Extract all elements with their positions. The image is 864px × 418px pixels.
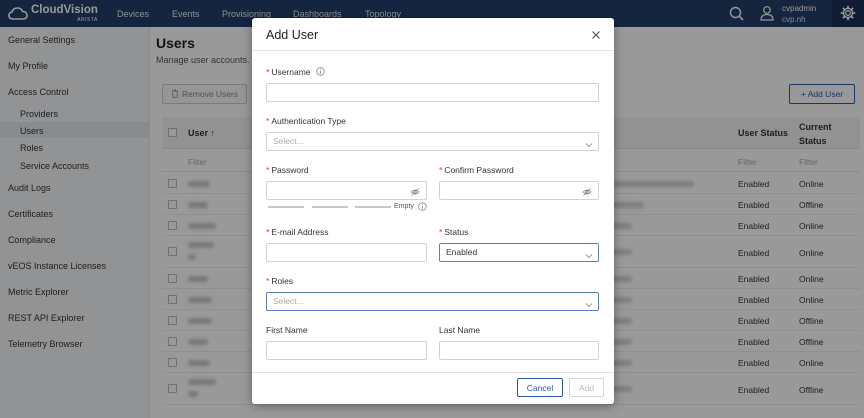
last-name-input[interactable] xyxy=(439,341,599,360)
status-select[interactable]: Enabled xyxy=(439,243,599,262)
chevron-down-icon xyxy=(585,138,593,148)
username-input[interactable] xyxy=(266,83,599,102)
auth-type-label: * Authentication Type xyxy=(266,116,346,126)
email-label: * E-mail Address xyxy=(266,227,329,237)
status-label: * Status xyxy=(439,227,469,237)
cancel-button[interactable]: Cancel xyxy=(517,378,563,397)
username-label: * Username xyxy=(266,67,311,77)
first-name-label: First Name xyxy=(266,325,308,335)
eye-slash-icon[interactable] xyxy=(582,186,592,196)
status-value: Enabled xyxy=(446,247,478,257)
password-label: * Password xyxy=(266,165,309,175)
auth-type-select[interactable]: Select... xyxy=(266,132,599,151)
auth-type-placeholder: Select... xyxy=(273,136,304,146)
password-strength-bar xyxy=(268,206,304,208)
dialog-title: Add User xyxy=(266,28,319,42)
email-input[interactable] xyxy=(266,243,427,262)
confirm-password-label: * Confirm Password xyxy=(439,165,514,175)
confirm-password-input[interactable] xyxy=(439,181,599,200)
password-strength-text: Empty xyxy=(394,203,414,210)
roles-label: * Roles xyxy=(266,276,294,286)
dialog-divider xyxy=(252,372,614,373)
info-icon[interactable] xyxy=(316,67,325,76)
chevron-down-icon xyxy=(585,249,593,259)
eye-slash-icon[interactable] xyxy=(410,186,420,196)
roles-placeholder: Select... xyxy=(273,296,304,306)
password-input[interactable] xyxy=(266,181,427,200)
first-name-input[interactable] xyxy=(266,341,427,360)
password-strength-bar xyxy=(312,206,348,208)
info-icon[interactable] xyxy=(418,202,427,211)
chevron-down-icon xyxy=(585,298,593,308)
roles-select[interactable]: Select... xyxy=(266,292,599,311)
dialog-divider xyxy=(252,50,614,51)
close-icon[interactable] xyxy=(590,29,602,41)
add-button[interactable]: Add xyxy=(569,378,604,397)
add-user-dialog: Add User * Username * Authentication Type … xyxy=(252,18,614,404)
last-name-label: Last Name xyxy=(439,325,481,335)
password-strength-bar xyxy=(355,206,391,208)
